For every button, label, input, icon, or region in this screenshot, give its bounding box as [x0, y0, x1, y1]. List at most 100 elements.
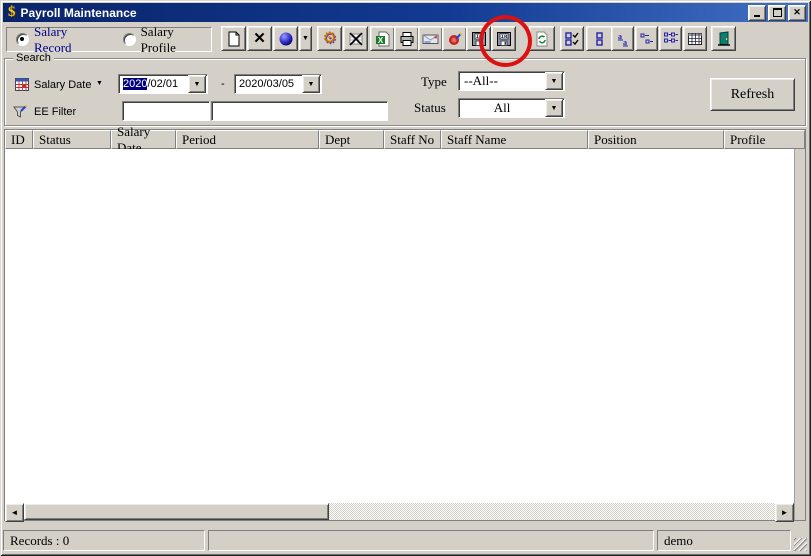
multi-check-button[interactable] — [560, 26, 584, 51]
group-tree-large-button[interactable] — [659, 26, 682, 51]
approve-seal-button[interactable] — [442, 26, 467, 51]
status-combobox[interactable]: All ▼ — [458, 98, 565, 118]
type-dropdown-button[interactable]: ▼ — [545, 72, 563, 90]
radio-selected-icon — [16, 33, 29, 46]
grid-view-button[interactable] — [683, 26, 707, 51]
records-count-panel: Records : 0 — [3, 530, 205, 551]
regenerate-button[interactable] — [529, 26, 555, 51]
group-tree-small-button[interactable] — [635, 26, 658, 51]
salary-date-dropdown-icon[interactable]: ▼ — [96, 80, 103, 87]
refresh-page-icon — [534, 31, 550, 47]
radio-salary-profile[interactable]: Salary Profile — [123, 24, 211, 56]
type-combobox[interactable]: --All-- ▼ — [458, 71, 565, 91]
list-squares-icon — [592, 31, 608, 47]
column-header-status[interactable]: Status — [33, 130, 111, 149]
radio-unselected-icon — [123, 33, 136, 46]
refresh-button[interactable]: Refresh — [710, 78, 795, 111]
void-button[interactable] — [343, 26, 368, 51]
svg-text:IR: IR — [475, 33, 482, 40]
export-excel-button[interactable]: X — [370, 26, 395, 51]
horizontal-scrollbar[interactable]: ◄ ► — [5, 503, 805, 520]
salary-date-label: Salary Date — [34, 79, 91, 91]
scrollbar-track[interactable] — [329, 503, 775, 520]
minimize-icon — [754, 15, 760, 17]
column-header-position[interactable]: Position — [588, 130, 724, 149]
status-bar: Records : 0 demo — [3, 528, 808, 551]
column-header-profile[interactable]: Profile — [724, 130, 805, 149]
radio-salary-profile-label: Salary Profile — [141, 24, 211, 56]
date-from-value: 2020/02/01 — [119, 78, 188, 90]
new-document-icon — [226, 31, 242, 47]
resize-grip[interactable] — [794, 538, 807, 551]
column-header-staff-name[interactable]: Staff Name — [441, 130, 588, 149]
payslip-envelope-button[interactable] — [418, 26, 443, 51]
date-to-field[interactable]: 2020/03/05 ▼ — [234, 74, 322, 94]
delete-record-button[interactable]: ✕ — [247, 26, 272, 51]
column-header-id[interactable]: ID — [5, 130, 33, 149]
sort-alpha-icon: a a — [615, 31, 631, 47]
record-sphere-icon — [278, 31, 294, 47]
calendar-icon — [14, 76, 30, 92]
seal-icon — [447, 31, 463, 47]
date-range-separator: - — [221, 78, 225, 90]
payroll-maintenance-window: $ Payroll Maintenance ✕ Salary Record Sa… — [0, 0, 811, 556]
ee-filter-input-2[interactable] — [211, 101, 388, 121]
svg-text:IR: IR — [500, 33, 507, 40]
date-to-value: 2020/03/05 — [235, 78, 302, 90]
checklist-icon — [564, 31, 580, 47]
save-ir-button[interactable]: IR — [466, 26, 491, 51]
date-from-dropdown-button[interactable]: ▼ — [188, 75, 206, 93]
multi-select-button[interactable] — [586, 26, 614, 51]
calculate-gear-icon: ⚙ — [322, 31, 336, 47]
column-header-staff-no[interactable]: Staff No — [384, 130, 441, 149]
filter-icon — [12, 103, 28, 119]
grid-body — [5, 149, 805, 503]
column-header-dept[interactable]: Dept — [319, 130, 384, 149]
delete-cross-icon: ✕ — [253, 31, 266, 46]
chevron-down-icon: ▼ — [302, 35, 309, 42]
close-icon: ✕ — [793, 7, 801, 18]
floppy-ir-icon: IR — [471, 31, 487, 47]
sort-button[interactable]: a a — [611, 26, 634, 51]
window-title: Payroll Maintenance — [21, 6, 137, 20]
svg-text:X: X — [377, 36, 383, 45]
record-dropdown-button[interactable]: ▼ — [299, 26, 312, 51]
print-button[interactable] — [394, 26, 419, 51]
status-dropdown-button[interactable]: ▼ — [545, 99, 563, 117]
table-grid-icon — [687, 31, 703, 47]
scroll-left-button[interactable]: ◄ — [5, 503, 24, 522]
envelope-icon — [422, 31, 439, 47]
exit-door-icon — [716, 31, 732, 47]
maximize-button[interactable] — [768, 5, 786, 21]
close-button[interactable]: ✕ — [788, 5, 806, 21]
record-sphere-button[interactable] — [273, 26, 298, 51]
column-header-salary-date[interactable]: Salary Date — [111, 130, 176, 149]
radio-salary-record[interactable]: Salary Record — [16, 24, 107, 56]
record-mode-panel: Salary Record Salary Profile — [6, 27, 212, 52]
scrollbar-thumb[interactable] — [24, 503, 329, 520]
tree-small-icon — [639, 31, 655, 47]
scrollbar-corner — [794, 503, 805, 520]
dollar-app-icon: $ — [8, 5, 16, 20]
printer-icon — [399, 31, 415, 47]
minimize-button[interactable] — [748, 5, 766, 21]
vertical-scrollbar-track[interactable] — [794, 149, 805, 503]
exit-button[interactable] — [711, 26, 736, 51]
search-legend: Search — [13, 52, 54, 64]
calculate-button[interactable]: ⚙ — [317, 26, 342, 51]
date-from-field[interactable]: 2020/02/01 ▼ — [118, 74, 208, 94]
column-header-period[interactable]: Period — [176, 130, 319, 149]
ee-filter-input-1[interactable] — [122, 101, 210, 121]
records-grid: ID Status Salary Date Period Dept Staff … — [4, 129, 806, 521]
type-value: --All-- — [459, 73, 545, 89]
tree-large-icon — [663, 31, 679, 47]
date-to-dropdown-button[interactable]: ▼ — [302, 75, 320, 93]
status-label: Status — [414, 100, 446, 116]
user-panel: demo — [657, 530, 791, 551]
scroll-right-button[interactable]: ► — [775, 503, 794, 522]
grid-empty-area — [5, 149, 794, 503]
title-bar: $ Payroll Maintenance ✕ — [3, 3, 808, 22]
void-grid-icon — [348, 31, 364, 47]
new-record-button[interactable] — [221, 26, 246, 51]
save-ir-highlighted-button[interactable]: IR — [491, 26, 516, 51]
